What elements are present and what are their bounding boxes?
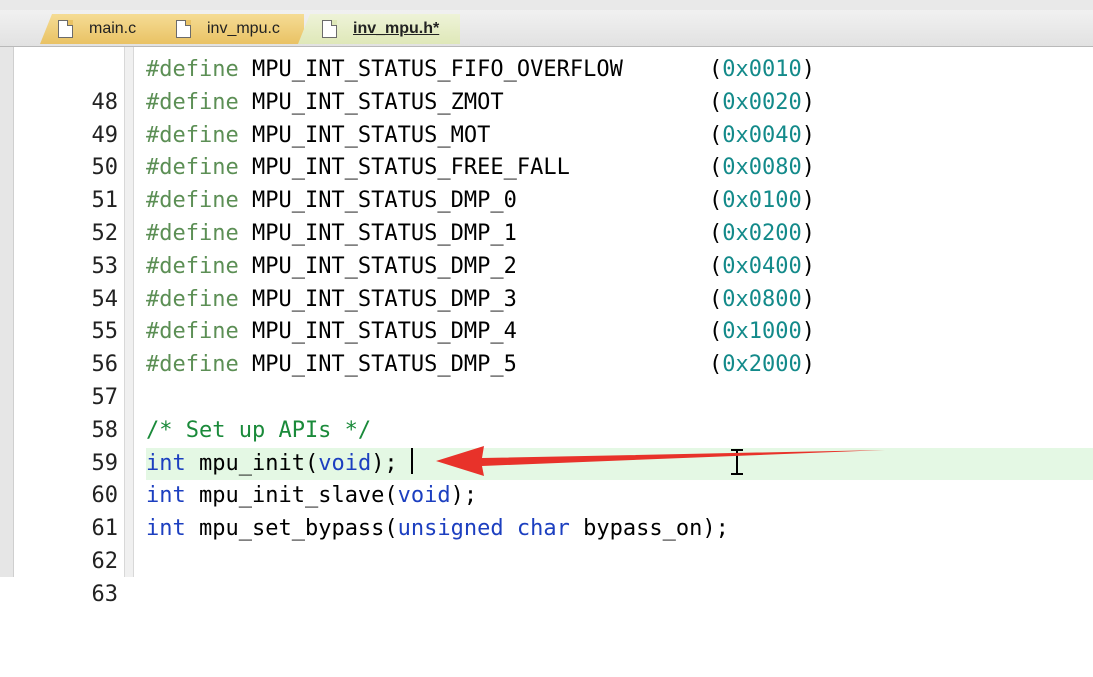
define-directive: #define (146, 286, 239, 312)
tab-label: inv_mpu.c (207, 20, 280, 37)
type-keyword: void (318, 450, 372, 476)
tab-label: inv_mpu.h* (353, 20, 440, 37)
tab-label: main.c (89, 20, 137, 37)
code-line[interactable]: 49 #define MPU_INT_STATUS_ZMOT (0x0020) (0, 87, 1093, 148)
code-line[interactable]: 57 #define MPU_INT_STATUS_DMP_5 (0x2000) (0, 349, 1093, 410)
close-paren: ) (801, 122, 815, 148)
macro-value: 0x1000 (722, 319, 802, 345)
code-line[interactable]: 56 #define MPU_INT_STATUS_DMP_4 (0x1000) (0, 316, 1093, 377)
file-icon (322, 20, 337, 38)
text-caret (411, 448, 413, 474)
close-paren: ) (801, 89, 815, 115)
define-directive: #define (146, 352, 239, 378)
close-paren: ) (801, 57, 815, 82)
type-keyword: void (397, 483, 451, 509)
macro-value: 0x0040 (722, 122, 802, 148)
close-paren: ) (801, 319, 815, 345)
define-directive: #define (146, 57, 239, 82)
macro-value: 0x0400 (722, 253, 802, 279)
define-directive: #define (146, 155, 239, 181)
code-line-current[interactable]: 60 int mpu_init(void); (0, 447, 1093, 508)
code-line[interactable]: 62 int mpu_set_bypass(unsigned char bypa… (0, 513, 1093, 574)
open-paren: ( (709, 155, 723, 181)
type-keyword: char (516, 516, 570, 542)
macro-value: 0x0200 (722, 220, 802, 246)
macro-name: MPU_INT_STATUS_DMP_0 (238, 188, 517, 214)
tab-main-c[interactable]: main.c (40, 14, 170, 44)
type-keyword: unsigned (397, 516, 504, 542)
type-keyword: int (146, 483, 186, 509)
macro-value: 0x0020 (722, 89, 802, 115)
open-paren: ( (709, 286, 723, 312)
macro-name: MPU_INT_STATUS_DMP_3 (238, 286, 517, 312)
tab-inv-mpu-c[interactable]: inv_mpu.c (158, 14, 304, 44)
code-line[interactable]: 52 #define MPU_INT_STATUS_DMP_0 (0x0100) (0, 185, 1093, 246)
function-decl: mpu_init_slave( (185, 483, 398, 509)
macro-value: 0x0080 (722, 155, 802, 181)
punctuation: ); (371, 450, 398, 476)
macro-name: MPU_INT_STATUS_DMP_2 (238, 253, 517, 279)
define-directive: #define (146, 89, 239, 115)
open-paren: ( (709, 89, 723, 115)
define-directive: #define (146, 220, 239, 246)
code-line[interactable]: 55 #define MPU_INT_STATUS_DMP_3 (0x0800) (0, 284, 1093, 345)
macro-value: 0x0100 (722, 188, 802, 214)
macro-name: MPU_INT_STATUS_ZMOT (238, 89, 504, 115)
define-directive: #define (146, 122, 239, 148)
ibeam-cursor-icon (730, 449, 744, 475)
code-line[interactable]: 50 #define MPU_INT_STATUS_MOT (0x0040) (0, 120, 1093, 181)
macro-name: MPU_INT_STATUS_FREE_FALL (238, 155, 570, 181)
code-line[interactable]: 54 #define MPU_INT_STATUS_DMP_2 (0x0400) (0, 251, 1093, 312)
open-paren: ( (709, 57, 723, 82)
macro-value: 0x0800 (722, 286, 802, 312)
open-paren: ( (709, 122, 723, 148)
function-decl: mpu_set_bypass( (185, 516, 398, 542)
punctuation: ); (450, 483, 478, 509)
open-paren: ( (709, 253, 723, 279)
open-paren: ( (709, 319, 723, 345)
define-directive: #define (146, 319, 239, 345)
define-directive: #define (146, 188, 239, 214)
code-lines: 48 #define MPU_INT_STATUS_FIFO_OVERFLOW(… (0, 54, 1093, 607)
open-paren: ( (709, 220, 723, 246)
function-params: bypass_on); (569, 516, 729, 542)
file-icon (176, 20, 191, 38)
close-paren: ) (801, 220, 815, 246)
code-line[interactable]: 48 #define MPU_INT_STATUS_FIFO_OVERFLOW(… (0, 54, 1093, 115)
define-directive: #define (146, 253, 239, 279)
close-paren: ) (801, 253, 815, 279)
close-paren: ) (801, 155, 815, 181)
macro-name: MPU_INT_STATUS_DMP_4 (238, 319, 517, 345)
code-line[interactable]: 58 (0, 382, 1093, 443)
editor-tab-bar: main.c inv_mpu.c inv_mpu.h* (0, 10, 1093, 47)
function-decl: mpu_init( (185, 450, 319, 476)
macro-name: MPU_INT_STATUS_FIFO_OVERFLOW (238, 57, 623, 82)
open-paren: ( (709, 188, 723, 214)
close-paren: ) (801, 286, 815, 312)
line-number: 63 (91, 581, 119, 607)
close-paren: ) (801, 188, 815, 214)
code-line[interactable]: 53 #define MPU_INT_STATUS_DMP_1 (0x0200) (0, 218, 1093, 279)
type-keyword: int (146, 450, 186, 476)
file-icon (58, 20, 73, 38)
close-paren: ) (801, 352, 815, 378)
code-line[interactable]: 61 int mpu_init_slave(void); (0, 480, 1093, 541)
open-paren: ( (709, 352, 723, 378)
macro-name: MPU_INT_STATUS_MOT (238, 122, 491, 148)
macro-name: MPU_INT_STATUS_DMP_5 (238, 352, 517, 378)
code-comment: /* Set up APIs */ (146, 417, 372, 443)
type-keyword: int (146, 516, 186, 542)
macro-value: 0x0010 (722, 57, 802, 82)
macro-value: 0x2000 (722, 352, 802, 378)
code-line[interactable]: 63 (0, 546, 1093, 607)
macro-name: MPU_INT_STATUS_DMP_1 (238, 220, 517, 246)
code-line[interactable]: 59 /* Set up APIs */ (0, 415, 1093, 476)
code-line[interactable]: 51 #define MPU_INT_STATUS_FREE_FALL (0x00… (0, 152, 1093, 213)
tab-inv-mpu-h[interactable]: inv_mpu.h* (298, 14, 460, 44)
